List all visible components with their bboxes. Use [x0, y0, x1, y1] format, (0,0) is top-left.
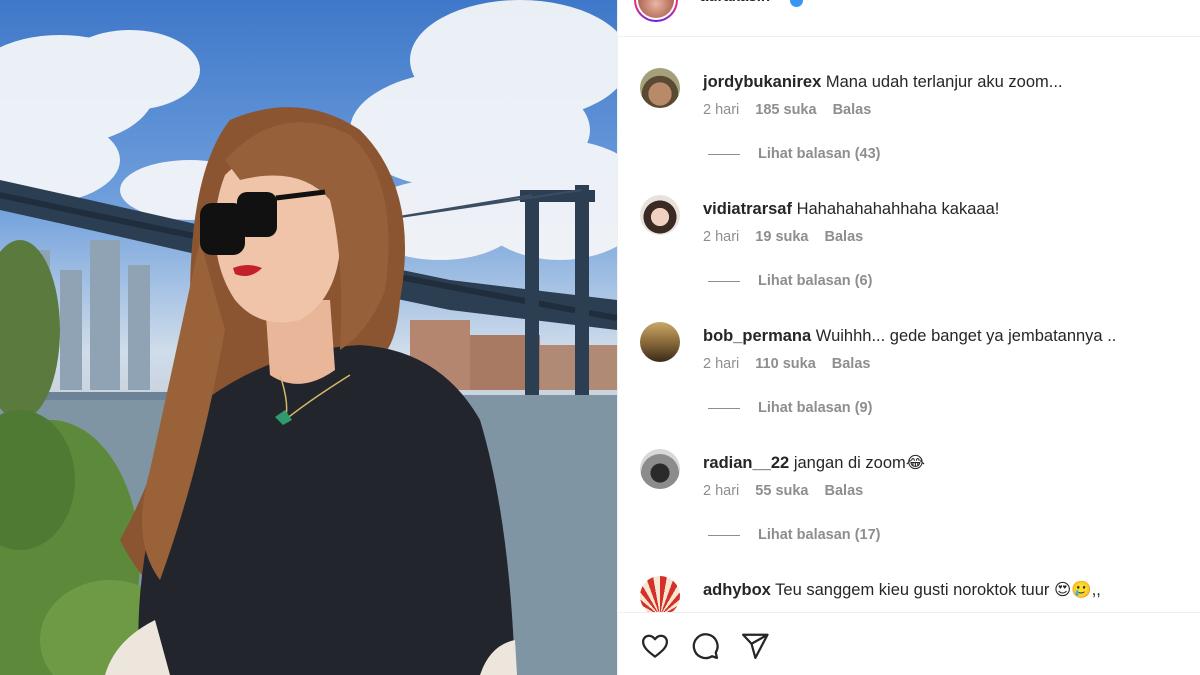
comment-item: bob_permana Wuihhh... gede banget ya jem…	[618, 322, 1200, 449]
like-button[interactable]	[640, 631, 670, 661]
comment-item: radian__22 jangan di zoom😂 2 hari 55 suk…	[618, 449, 1200, 576]
replies-divider	[708, 407, 740, 409]
pier	[40, 392, 180, 400]
comment-likes[interactable]: 185 suka	[755, 102, 816, 118]
comment-time: 2 hari	[703, 102, 740, 118]
comment-button[interactable]	[690, 631, 720, 661]
view-replies-button[interactable]: Lihat balasan (43)	[708, 146, 880, 162]
comment-item: adhybox Teu sanggem kieu gusti noroktok …	[618, 576, 1200, 612]
commenter-username[interactable]: adhybox	[703, 581, 771, 599]
view-replies-button[interactable]: Lihat balasan (6)	[708, 273, 872, 289]
comment-meta: 2 hari 185 suka Balas	[703, 102, 871, 118]
commenter-avatar[interactable]	[640, 576, 680, 612]
view-replies-label: Lihat balasan (43)	[758, 146, 881, 162]
comment-meta: 2 hari 55 suka Balas	[703, 483, 863, 499]
view-replies-label: Lihat balasan (9)	[758, 400, 873, 416]
author-avatar[interactable]	[634, 0, 678, 22]
replies-divider	[708, 534, 740, 536]
comment-text: Teu sanggem kieu gusti noroktok tuur 😍🥲,…	[775, 581, 1101, 599]
comment-text: Wuihhh... gede banget ya jembatannya ..	[815, 327, 1117, 345]
reply-button[interactable]: Balas	[825, 229, 864, 245]
comment-time: 2 hari	[703, 229, 740, 245]
commenter-username[interactable]: bob_permana	[703, 327, 811, 345]
post-photo[interactable]	[0, 0, 617, 675]
commenter-avatar[interactable]	[640, 195, 680, 235]
commenter-username[interactable]: vidiatrarsaf	[703, 200, 792, 218]
commenter-username[interactable]: jordybukanirex	[703, 73, 821, 91]
comment-likes[interactable]: 19 suka	[755, 229, 808, 245]
reply-button[interactable]: Balas	[833, 102, 872, 118]
view-replies-button[interactable]: Lihat balasan (9)	[708, 400, 872, 416]
author-username[interactable]: aurakasih	[700, 0, 770, 5]
comment-item: vidiatrarsaf Hahahahahahhaha kakaaa! 2 h…	[618, 195, 1200, 322]
post-actions-bar	[618, 612, 1200, 675]
comment-text: Hahahahahahhaha kakaaa!	[796, 200, 1000, 218]
comments-panel: aurakasih jordybukanirex Mana udah terla…	[617, 0, 1200, 675]
post-header: aurakasih	[618, 0, 1200, 37]
reply-button[interactable]: Balas	[832, 356, 871, 372]
comment-likes[interactable]: 55 suka	[755, 483, 808, 499]
comment-likes[interactable]: 110 suka	[755, 356, 815, 372]
comment-meta: 2 hari 110 suka Balas	[703, 356, 870, 372]
comment-icon	[692, 633, 719, 660]
view-replies-label: Lihat balasan (6)	[758, 273, 873, 289]
comment-text: jangan di zoom😂	[793, 454, 926, 472]
view-replies-button[interactable]: Lihat balasan (17)	[708, 527, 880, 543]
share-button[interactable]	[740, 631, 770, 661]
replies-divider	[708, 153, 740, 155]
comment-list[interactable]: jordybukanirex Mana udah terlanjur aku z…	[618, 38, 1200, 612]
comment-text: Mana udah terlanjur aku zoom...	[825, 73, 1063, 91]
commenter-username[interactable]: radian__22	[703, 454, 789, 472]
commenter-avatar[interactable]	[640, 68, 680, 108]
verified-badge-icon	[790, 0, 803, 7]
replies-divider	[708, 280, 740, 282]
post-photo-illustration	[0, 0, 617, 675]
commenter-avatar[interactable]	[640, 449, 680, 489]
send-icon	[742, 633, 769, 659]
view-replies-label: Lihat balasan (17)	[758, 527, 881, 543]
comment-meta: 2 hari 19 suka Balas	[703, 229, 863, 245]
reply-button[interactable]: Balas	[825, 483, 864, 499]
heart-icon	[642, 634, 668, 658]
comment-time: 2 hari	[703, 483, 740, 499]
commenter-avatar[interactable]	[640, 322, 680, 362]
comment-time: 2 hari	[703, 356, 740, 372]
comment-item: jordybukanirex Mana udah terlanjur aku z…	[618, 68, 1200, 195]
